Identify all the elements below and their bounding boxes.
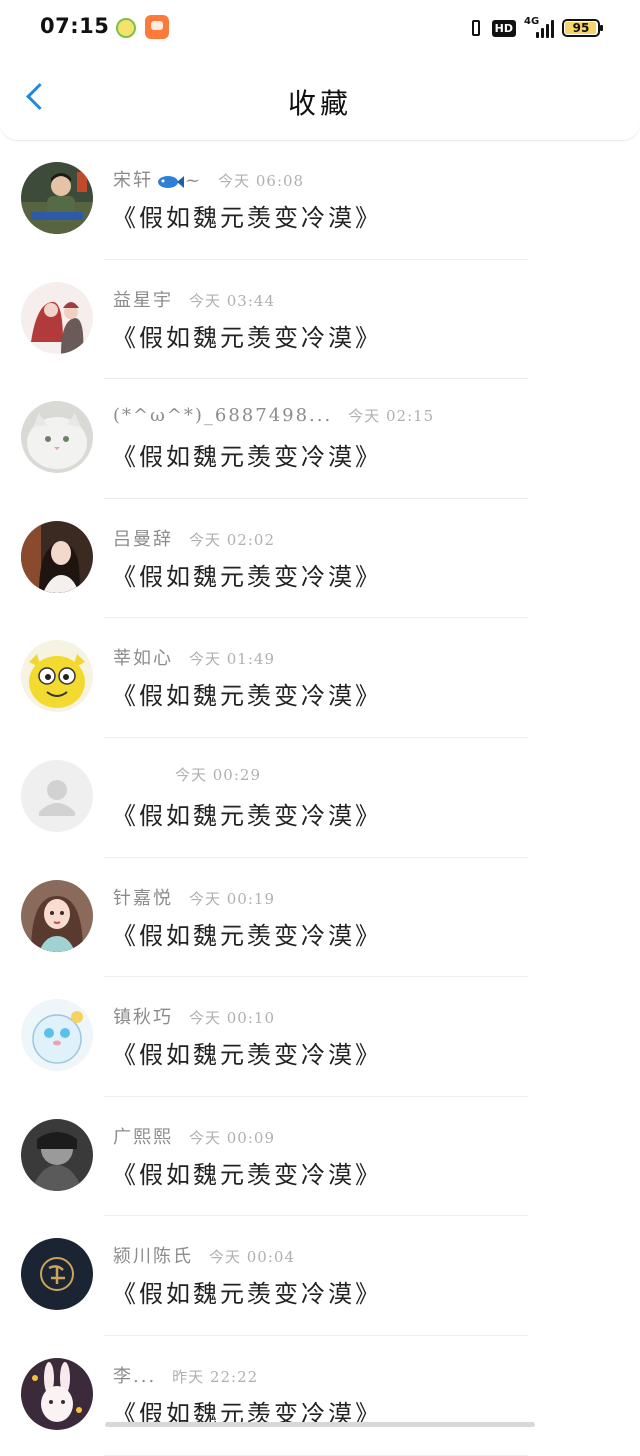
- avatar[interactable]: [21, 999, 93, 1072]
- user-name[interactable]: 颍川陈氏: [113, 1246, 193, 1267]
- list-item[interactable]: 镇秋巧 今天 00:10 《假如魏元羡变冷漠》: [0, 977, 640, 1097]
- timestamp: 今天 01:49: [189, 650, 275, 669]
- favorite-content[interactable]: 《假如魏元羡变冷漠》: [112, 557, 382, 592]
- item-meta: 今天 00:29: [113, 764, 261, 790]
- timestamp: 今天 02:02: [189, 530, 275, 549]
- favorite-content[interactable]: 《假如魏元羡变冷漠》: [112, 916, 382, 951]
- battery-icon: 95: [562, 19, 603, 37]
- item-meta: 莘如心 今天 01:49: [113, 644, 275, 670]
- battery-level: 95: [572, 21, 590, 35]
- avatar[interactable]: [21, 520, 93, 593]
- avatar[interactable]: [21, 281, 93, 354]
- avatar[interactable]: [21, 401, 93, 474]
- user-name[interactable]: 广熙熙: [113, 1127, 173, 1148]
- item-meta: 广熙熙 今天 00:09: [113, 1123, 275, 1149]
- favorite-content[interactable]: 《假如魏元羡变冷漠》: [112, 318, 382, 353]
- list-item[interactable]: 莘如心 今天 01:49 《假如魏元羡变冷漠》: [0, 618, 640, 738]
- scroll-indicator: [105, 1422, 535, 1427]
- favorite-content[interactable]: 《假如魏元羡变冷漠》: [112, 1274, 382, 1309]
- list-item[interactable]: 吕曼辞 今天 02:02 《假如魏元羡变冷漠》: [0, 499, 640, 619]
- list-item[interactable]: 李... 昨天 22:22 《假如魏元羡变冷漠》: [0, 1336, 640, 1456]
- system-icons: HD 4G 95: [468, 14, 603, 42]
- user-name[interactable]: (*^ω^*)_6887498...: [113, 405, 332, 426]
- user-name[interactable]: 李...: [113, 1366, 156, 1387]
- user-name[interactable]: 针嘉悦: [113, 888, 173, 909]
- user-name[interactable]: 镇秋巧: [113, 1007, 173, 1028]
- shopping-app-icon: [145, 15, 169, 39]
- item-meta: 镇秋巧 今天 00:10: [113, 1003, 275, 1029]
- user-name[interactable]: 益星宇: [113, 290, 173, 311]
- header: 收藏: [0, 56, 640, 141]
- favorite-content[interactable]: 《假如魏元羡变冷漠》: [112, 1035, 382, 1070]
- favorite-content[interactable]: 《假如魏元羡变冷漠》: [112, 796, 382, 831]
- avatar[interactable]: [21, 1238, 93, 1311]
- list-item[interactable]: 广熙熙 今天 00:09 《假如魏元羡变冷漠》: [0, 1097, 640, 1217]
- list-item[interactable]: 益星宇 今天 03:44 《假如魏元羡变冷漠》: [0, 260, 640, 380]
- weather-app-icon: [116, 18, 136, 38]
- fish-emoji-icon: [155, 173, 185, 191]
- avatar[interactable]: [21, 1357, 93, 1430]
- vibrate-icon: [468, 19, 484, 37]
- timestamp: 今天 00:10: [189, 1009, 275, 1028]
- hd-icon: HD: [491, 19, 516, 37]
- timestamp: 今天 00:04: [209, 1248, 295, 1267]
- timestamp: 今天 00:29: [175, 765, 261, 784]
- user-name-suffix: ~: [185, 170, 203, 191]
- avatar[interactable]: [21, 640, 93, 713]
- item-meta: 针嘉悦 今天 00:19: [113, 884, 275, 910]
- favorite-content[interactable]: 《假如魏元羡变冷漠》: [112, 676, 382, 711]
- timestamp: 今天 02:15: [348, 407, 435, 426]
- item-meta: 吕曼辞 今天 02:02: [113, 525, 275, 551]
- list-item[interactable]: 颍川陈氏 今天 00:04 《假如魏元羡变冷漠》: [0, 1216, 640, 1336]
- favorite-content[interactable]: 《假如魏元羡变冷漠》: [112, 437, 382, 472]
- timestamp: 昨天 22:22: [172, 1367, 259, 1386]
- status-time: 07:15: [40, 14, 110, 38]
- list-item[interactable]: 宋轩 ~ 今天 06:08 《假如魏元羡变冷漠》: [0, 140, 640, 260]
- list-item[interactable]: 今天 00:29 《假如魏元羡变冷漠》: [0, 738, 640, 858]
- avatar[interactable]: [21, 759, 93, 832]
- list-item[interactable]: (*^ω^*)_6887498... 今天 02:15 《假如魏元羡变冷漠》: [0, 379, 640, 499]
- list-item[interactable]: 针嘉悦 今天 00:19 《假如魏元羡变冷漠》: [0, 858, 640, 978]
- timestamp: 今天 03:44: [189, 291, 275, 310]
- user-name[interactable]: 吕曼辞: [113, 529, 173, 550]
- page-title: 收藏: [287, 87, 352, 120]
- timestamp: 今天 06:08: [218, 172, 305, 190]
- avatar[interactable]: [21, 879, 93, 952]
- item-meta: 李... 昨天 22:22: [113, 1362, 258, 1388]
- avatar[interactable]: [21, 162, 93, 234]
- timestamp: 今天 00:19: [189, 889, 275, 908]
- favorite-content[interactable]: 《假如魏元羡变冷漠》: [112, 198, 382, 233]
- item-meta: 宋轩 ~ 今天 06:08: [113, 166, 304, 192]
- signal-icon: 4G: [524, 16, 554, 38]
- status-bar: 07:15 HD 4G 95: [0, 0, 640, 56]
- favorite-content[interactable]: 《假如魏元羡变冷漠》: [112, 1155, 382, 1190]
- timestamp: 今天 00:09: [189, 1128, 275, 1147]
- network-label: 4G: [524, 16, 540, 27]
- avatar[interactable]: [21, 1118, 93, 1191]
- user-name[interactable]: 莘如心: [113, 648, 173, 669]
- item-meta: (*^ω^*)_6887498... 今天 02:15: [113, 405, 434, 431]
- divider: [104, 1454, 528, 1456]
- item-meta: 颍川陈氏 今天 00:04: [113, 1242, 295, 1268]
- favorites-list: 宋轩 ~ 今天 06:08 《假如魏元羡变冷漠》 益星宇 今天 03:44 《假如魏元羡变冷…: [0, 140, 640, 1456]
- item-meta: 益星宇 今天 03:44: [113, 286, 275, 312]
- user-name[interactable]: 宋轩: [113, 170, 153, 191]
